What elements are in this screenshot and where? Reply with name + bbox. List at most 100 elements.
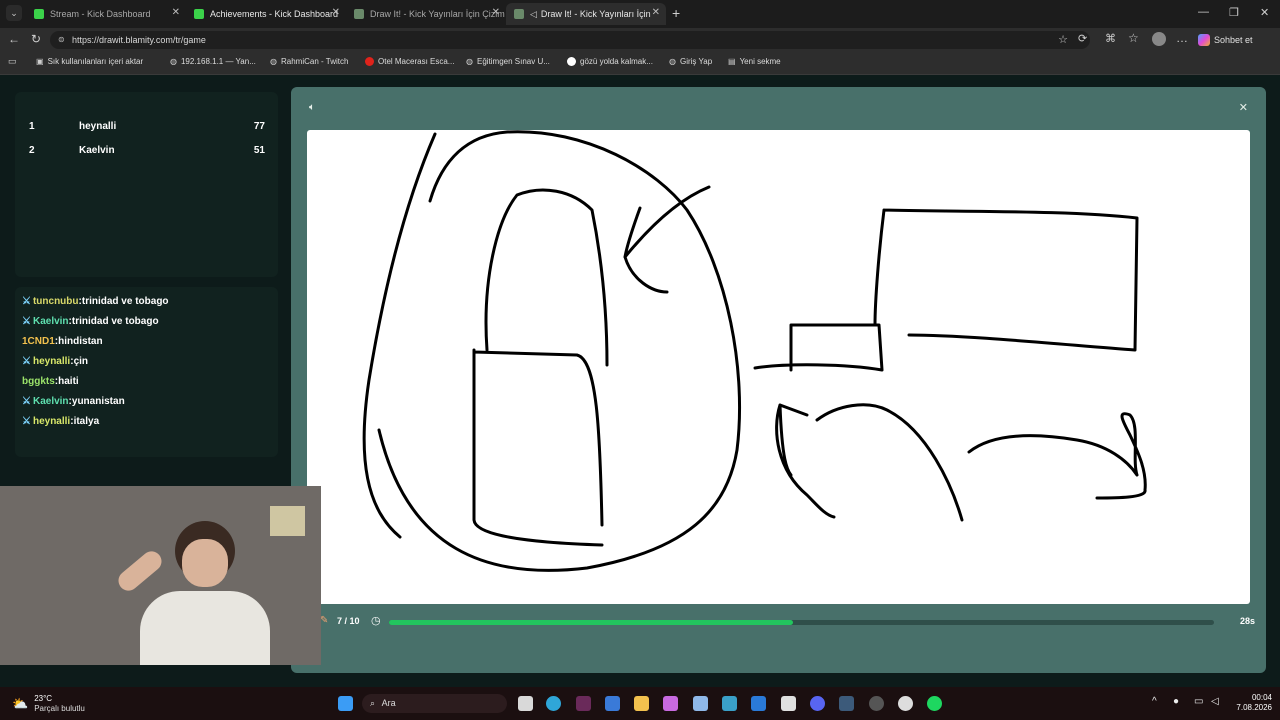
spotify-icon[interactable] (927, 696, 942, 711)
minimize-icon[interactable]: — (1198, 6, 1209, 18)
sword-badge-icon: ⚔ (22, 416, 31, 427)
extension-puzzle-icon[interactable]: ⌘ (1105, 32, 1116, 45)
bookmark-item[interactable]: ◍ 192.168.1.1 — Yan... (170, 57, 256, 66)
bookmark-item[interactable]: ◍ Giriş Yap (669, 57, 712, 66)
round-counter: 7 / 10 (337, 616, 360, 626)
more-menu-icon[interactable]: … (1176, 31, 1188, 45)
app-icon[interactable] (722, 696, 737, 711)
webcam-overlay (0, 486, 321, 665)
bookmark-label: 192.168.1.1 — Yan... (180, 57, 256, 66)
brush-logo-icon (514, 9, 524, 19)
chat-panel: ⚔ tuncnubu:trinidad ve tobago ⚔ Kaelvin:tr… (15, 287, 278, 457)
terminal-app-icon[interactable] (576, 696, 591, 711)
display-icon[interactable]: ▭ (1194, 696, 1203, 707)
close-window-icon[interactable]: ✕ (1260, 6, 1269, 19)
obs-icon[interactable] (898, 696, 913, 711)
chat-message: ⚔ heynalli:çin (22, 356, 89, 367)
new-tab-icon[interactable]: + (672, 5, 680, 21)
tab-actions-menu-icon[interactable]: ⌄ (6, 5, 22, 21)
bookmarks-bar: ▭ ▣ Sık kullanılanları içeri aktar ◍ 192.1… (0, 52, 1280, 75)
mic-icon[interactable]: ● (1173, 696, 1179, 707)
bookmark-item[interactable]: gözü yolda kalmak... (567, 57, 653, 66)
sword-badge-icon: ⚔ (22, 316, 31, 327)
bookmark-sidebar-icon[interactable]: ▭ (8, 56, 17, 67)
speaker-icon[interactable]: ◁ (530, 9, 537, 20)
app-icon[interactable] (781, 696, 796, 711)
steam-icon[interactable] (839, 696, 854, 711)
refresh-icon[interactable]: ↻ (31, 32, 41, 46)
edge-icon[interactable] (546, 696, 561, 711)
search-icon: ⌕ (370, 698, 376, 708)
chat-text: haiti (58, 376, 79, 387)
drawing-canvas[interactable] (307, 130, 1250, 604)
chat-message: 1CND1:hindistan (22, 336, 103, 347)
volume-icon[interactable]: ◁ (1211, 696, 1219, 707)
bookmark-item[interactable]: ◍ RahmiCan - Twitch (270, 57, 348, 66)
clock-time: 00:04 (1251, 693, 1272, 702)
tab-title: Draw It! - Kick Yayınları İçin Ç (540, 9, 651, 19)
kick-logo-icon (34, 9, 44, 19)
tray-expand-icon[interactable]: ^ (1152, 696, 1157, 707)
timer-progress-track (389, 620, 1214, 625)
windows-start-icon[interactable] (338, 696, 353, 711)
chat-text: italya (73, 416, 100, 427)
chat-user: heynalli (32, 356, 71, 367)
tab-title: Achievements - Kick Dashboard (210, 9, 339, 19)
globe-icon: ◍ (170, 57, 177, 66)
close-tab-icon[interactable]: ✕ (652, 7, 660, 18)
bookmark-item[interactable]: Otel Macerası Esca... (365, 57, 454, 66)
brush-logo-icon (354, 9, 364, 19)
back-icon[interactable]: ← (8, 32, 20, 46)
discord-icon[interactable] (810, 696, 825, 711)
file-explorer-icon[interactable] (634, 696, 649, 711)
taskbar-search[interactable]: ⌕ Ara (362, 694, 507, 713)
task-view-icon[interactable] (518, 696, 533, 711)
network-app-icon[interactable] (693, 696, 708, 711)
restore-icon[interactable]: ❐ (1229, 6, 1239, 19)
bookmark-label: Giriş Yap (679, 57, 713, 66)
site-info-icon[interactable]: ⊜ (58, 31, 65, 49)
favorite-star-icon[interactable]: ☆ (1058, 31, 1068, 49)
sound-icon[interactable]: 🔈︎ (309, 102, 315, 113)
sword-badge-icon: ⚔ (22, 296, 31, 307)
tab-drawit[interactable]: Draw It! - Kick Yayınları İçin Çizim ✕ (346, 3, 506, 25)
clock-date: 7.08.2026 (1236, 703, 1272, 712)
vscode-icon[interactable] (751, 696, 766, 711)
tab-drawit-active[interactable]: ◁ Draw It! - Kick Yayınları İçin Ç ✕ (506, 3, 666, 25)
tab-stream[interactable]: Stream - Kick Dashboard ✕ (26, 3, 186, 25)
chat-user: Kaelvin (32, 316, 69, 327)
extensions-icon[interactable]: ⟳ (1078, 32, 1087, 45)
leaderboard-panel: 1 heynalli 77 2 Kaelvin 51 (15, 92, 278, 277)
close-tab-icon[interactable]: ✕ (492, 7, 500, 18)
close-tab-icon[interactable]: ✕ (332, 7, 340, 18)
streamer-figure (114, 521, 270, 665)
chat-text: trinidad ve tobago (71, 316, 159, 327)
copilot-chat-button[interactable]: Sohbet et (1198, 32, 1253, 48)
bookmark-item[interactable]: ▣ Sık kullanılanları içeri aktar (36, 57, 143, 66)
close-game-icon[interactable]: ✕ (1239, 101, 1248, 114)
weather-widget[interactable]: ⛅ 23°C Parçalı bulutlu (12, 692, 85, 716)
url-field[interactable]: ⊜ https://drawit.blamity.com/tr/game ☆ (50, 31, 1090, 49)
store-icon[interactable] (605, 696, 620, 711)
copilot-label: Sohbet et (1214, 35, 1253, 45)
bookmark-label: gözü yolda kalmak... (580, 57, 653, 66)
bookmark-item[interactable]: ▤ Yeni sekme (728, 57, 781, 66)
favorites-icon[interactable]: ☆ (1128, 31, 1139, 45)
game-panel: 🔈︎ ✕ ✎ 7 / 10 ◷ 28s (291, 87, 1266, 673)
round-status-bar: ✎ 7 / 10 ◷ 28s (291, 612, 1266, 634)
chat-user: tuncnubu (32, 296, 79, 307)
copilot-app-icon[interactable] (663, 696, 678, 711)
search-label: Ara (381, 698, 396, 708)
tab-achievements[interactable]: Achievements - Kick Dashboard ✕ (186, 3, 346, 25)
chat-user: 1CND1 (22, 336, 55, 347)
player-points: 51 (253, 145, 265, 156)
close-tab-icon[interactable]: ✕ (172, 7, 180, 18)
clock[interactable]: 00:04 7.08.2026 (1228, 693, 1272, 713)
chat-text: trinidad ve tobago (81, 296, 169, 307)
bookmark-item[interactable]: ◍ Eğitimgen Sınav U... (466, 57, 550, 66)
background-shelf (270, 506, 305, 536)
google-icon (567, 57, 576, 66)
time-remaining: 28s (1239, 616, 1255, 626)
app-icon[interactable] (869, 696, 884, 711)
profile-avatar[interactable] (1152, 32, 1166, 46)
